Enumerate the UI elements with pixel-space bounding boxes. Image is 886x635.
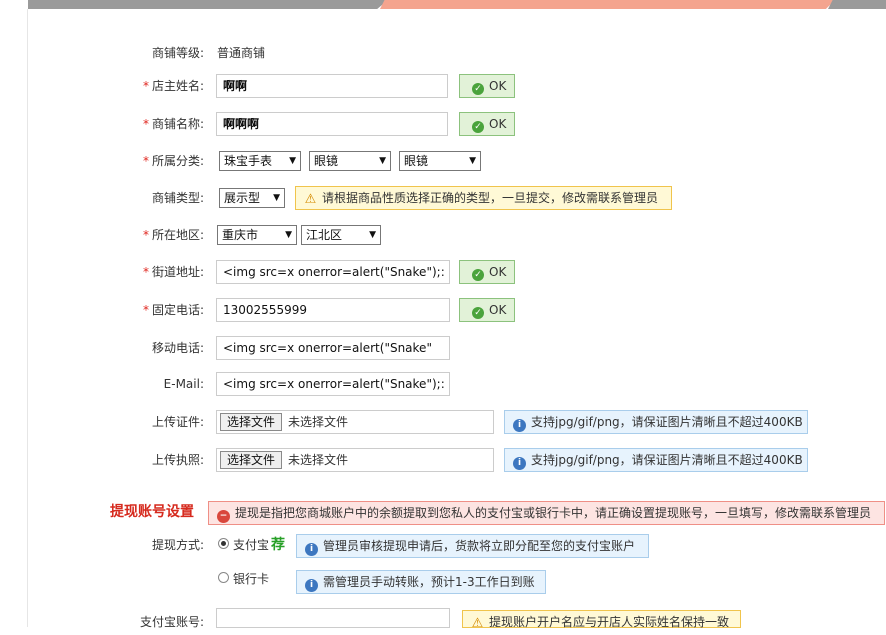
license-file-input: 选择文件 未选择文件 — [216, 448, 494, 472]
category-label: 所属分类: — [151, 154, 204, 168]
row-shop-name: * 商铺名称: 啊啊啊 ✓ OK — [0, 111, 886, 137]
phone-input[interactable]: 13002555999 — [216, 298, 450, 322]
check-icon: ✓ — [472, 269, 484, 281]
category-select-2[interactable]: 眼镜 ▼ — [309, 151, 391, 171]
license-choose-file-button[interactable]: 选择文件 — [220, 451, 283, 469]
alipay-account-warning: ⚠ 提现账户开户名应与开店人实际姓名保持一致 — [462, 610, 741, 631]
row-shop-level: 商铺等级: 普通商铺 — [0, 40, 886, 66]
alipay-account-label: 支付宝账号: — [139, 615, 204, 629]
dropdown-arrow-icon: ▼ — [273, 193, 280, 203]
cert-file-input: 选择文件 未选择文件 — [216, 410, 494, 434]
cert-filename: 未选择文件 — [288, 415, 349, 429]
license-filename: 未选择文件 — [288, 453, 349, 467]
recommend-badge: 荐 — [271, 537, 286, 553]
info-icon: i — [513, 457, 526, 470]
check-icon: ✓ — [472, 121, 484, 133]
street-ok-badge: ✓ OK — [459, 260, 515, 284]
dropdown-arrow-icon: ▼ — [285, 230, 292, 240]
required-mark: * — [142, 228, 149, 242]
license-label: 上传执照: — [151, 453, 204, 467]
check-icon: ✓ — [472, 307, 484, 319]
row-category: * 所属分类: 珠宝手表 ▼ 眼镜 ▼ 眼镜 ▼ — [0, 148, 886, 174]
shop-name-input[interactable]: 啊啊啊 — [216, 112, 448, 136]
dropdown-arrow-icon: ▼ — [379, 156, 386, 166]
row-region: * 所在地区: 重庆市 ▼ 江北区 ▼ — [0, 222, 886, 248]
owner-name-ok-badge: ✓ OK — [459, 74, 515, 98]
row-owner-name: * 店主姓名: 啊啊 ✓ OK — [0, 73, 886, 99]
bank-info-tip: i 需管理员手动转账，预计1-3工作日到账 — [296, 570, 546, 594]
owner-name-label: 店主姓名: — [151, 79, 204, 93]
phone-label: 固定电话: — [151, 303, 204, 317]
mobile-label: 移动电话: — [151, 341, 204, 355]
withdraw-section-title: 提现账号设置 — [110, 504, 194, 520]
step-1 — [28, 0, 388, 9]
alipay-radio[interactable] — [218, 538, 229, 549]
owner-name-input[interactable]: 啊啊 — [216, 74, 448, 98]
dropdown-arrow-icon: ▼ — [289, 156, 296, 166]
row-alipay-account: 支付宝账号: ⚠ 提现账户开户名应与开店人实际姓名保持一致 — [0, 608, 886, 635]
shop-level-value: 普通商铺 — [217, 46, 266, 60]
step-3 — [828, 0, 886, 9]
warning-icon: ⚠ — [304, 192, 317, 207]
category-select-1[interactable]: 珠宝手表 ▼ — [219, 151, 301, 171]
step-2-active — [380, 0, 835, 9]
required-mark: * — [142, 154, 149, 168]
phone-ok-badge: ✓ OK — [459, 298, 515, 322]
street-input[interactable]: <img src=x onerror=alert("Snake");: — [216, 260, 450, 284]
email-input[interactable]: <img src=x onerror=alert("Snake");: — [216, 372, 450, 396]
street-label: 街道地址: — [151, 265, 204, 279]
shop-type-select[interactable]: 展示型 ▼ — [219, 188, 285, 208]
stop-icon: − — [217, 510, 230, 523]
required-mark: * — [142, 79, 149, 93]
cert-label: 上传证件: — [151, 415, 204, 429]
info-icon: i — [305, 543, 318, 556]
cert-info-tip: i 支持jpg/gif/png，请保证图片清晰且不超过400KB — [504, 410, 808, 434]
row-cert-upload: 上传证件: 选择文件 未选择文件 i 支持jpg/gif/png，请保证图片清晰且… — [0, 409, 886, 435]
alipay-label: 支付宝 — [233, 538, 270, 552]
row-mobile: 移动电话: <img src=x onerror=alert("Snake" — [0, 335, 886, 361]
alipay-account-input[interactable] — [216, 608, 450, 628]
row-withdraw-title: 提现账号设置 − 提现是指把您商城账户中的余额提取到您私人的支付宝或银行卡中，请正… — [0, 500, 886, 526]
info-icon: i — [513, 419, 526, 432]
shop-type-label: 商铺类型: — [151, 191, 204, 205]
warning-icon: ⚠ — [471, 616, 484, 631]
row-street: * 街道地址: <img src=x onerror=alert("Snake")… — [0, 259, 886, 285]
alipay-info-tip: i 管理员审核提现申请后，货款将立即分配至您的支付宝账户 — [296, 534, 649, 558]
check-icon: ✓ — [472, 83, 484, 95]
region-label: 所在地区: — [151, 228, 204, 242]
shop-name-label: 商铺名称: — [151, 117, 204, 131]
bank-label: 银行卡 — [233, 572, 270, 586]
shop-type-warning: ⚠ 请根据商品性质选择正确的类型，一旦提交，修改需联系管理员 — [295, 186, 672, 210]
info-icon: i — [305, 579, 318, 592]
step-progress-bar — [0, 0, 886, 9]
province-select[interactable]: 重庆市 ▼ — [217, 225, 297, 245]
withdraw-method-label: 提现方式: — [151, 538, 204, 552]
row-license-upload: 上传执照: 选择文件 未选择文件 i 支持jpg/gif/png，请保证图片清晰且… — [0, 447, 886, 473]
required-mark: * — [142, 265, 149, 279]
district-select[interactable]: 江北区 ▼ — [301, 225, 381, 245]
mobile-input[interactable]: <img src=x onerror=alert("Snake" — [216, 336, 450, 360]
category-select-3[interactable]: 眼镜 ▼ — [399, 151, 481, 171]
dropdown-arrow-icon: ▼ — [369, 230, 376, 240]
shop-level-label: 商铺等级: — [151, 46, 204, 60]
withdraw-notice: − 提现是指把您商城账户中的余额提取到您私人的支付宝或银行卡中，请正确设置提现账号… — [208, 501, 885, 525]
shop-name-ok-badge: ✓ OK — [459, 112, 515, 136]
required-mark: * — [142, 117, 149, 131]
license-info-tip: i 支持jpg/gif/png，请保证图片清晰且不超过400KB — [504, 448, 808, 472]
row-withdraw-alipay: 提现方式: 支付宝荐 i 管理员审核提现申请后，货款将立即分配至您的支付宝账户 — [0, 532, 886, 558]
cert-choose-file-button[interactable]: 选择文件 — [220, 413, 283, 431]
dropdown-arrow-icon: ▼ — [469, 156, 476, 166]
bank-radio[interactable] — [218, 572, 229, 583]
row-phone: * 固定电话: 13002555999 ✓ OK — [0, 297, 886, 323]
row-withdraw-bank: 银行卡 i 需管理员手动转账，预计1-3工作日到账 — [0, 568, 886, 594]
row-shop-type: 商铺类型: 展示型 ▼ ⚠ 请根据商品性质选择正确的类型，一旦提交，修改需联系管理员 — [0, 185, 886, 211]
row-email: E-Mail: <img src=x onerror=alert("Snake"… — [0, 371, 886, 397]
email-label: E-Mail: — [163, 377, 204, 391]
required-mark: * — [142, 303, 149, 317]
